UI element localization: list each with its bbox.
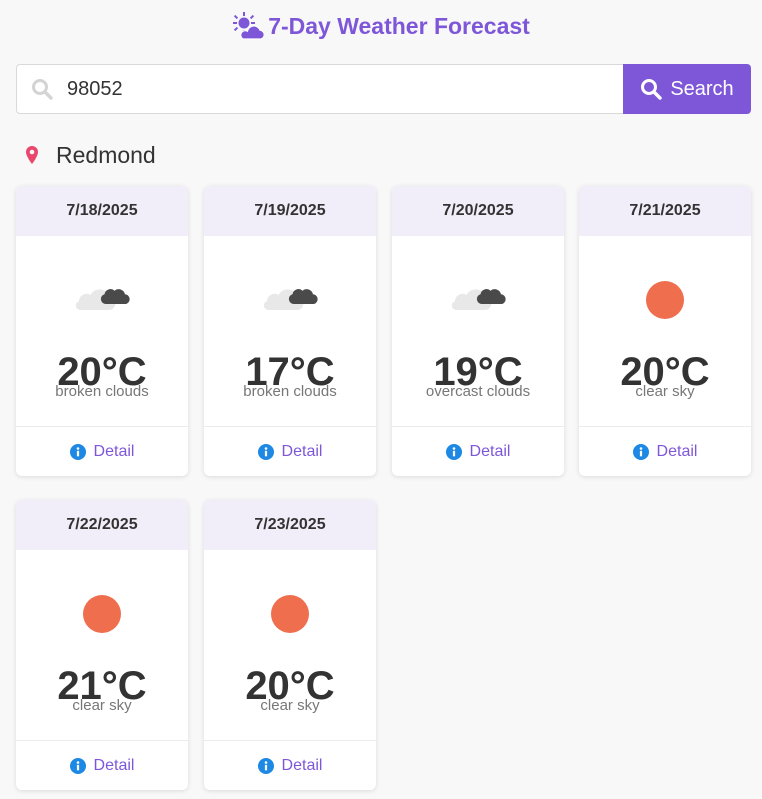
forecast-date: 7/23/2025 bbox=[204, 500, 376, 550]
detail-link[interactable]: Detail bbox=[579, 426, 751, 476]
zip-search-input[interactable] bbox=[67, 77, 623, 101]
detail-label: Detail bbox=[93, 756, 135, 774]
weather-description: broken clouds bbox=[243, 383, 337, 400]
detail-link[interactable]: Detail bbox=[204, 426, 376, 476]
search-bar: Search bbox=[16, 64, 751, 114]
detail-label: Detail bbox=[281, 442, 323, 460]
detail-label: Detail bbox=[93, 442, 135, 460]
search-button[interactable]: Search bbox=[623, 64, 751, 114]
weather-description: clear sky bbox=[72, 697, 132, 714]
forecast-card: 7/18/2025 20°C broken clouds Detail bbox=[16, 186, 188, 476]
forecast-card: 7/22/2025 21°C clear sky Detail bbox=[16, 500, 188, 790]
forecast-date: 7/19/2025 bbox=[204, 186, 376, 236]
info-icon bbox=[445, 443, 462, 460]
title-text: 7-Day Weather Forecast bbox=[268, 12, 530, 39]
info-icon bbox=[257, 443, 274, 460]
map-pin-icon bbox=[26, 146, 38, 164]
location-label: Redmond bbox=[24, 140, 156, 170]
weather-description: overcast clouds bbox=[425, 383, 531, 400]
detail-label: Detail bbox=[656, 442, 698, 460]
info-icon bbox=[257, 757, 274, 774]
forecast-card: 7/20/2025 19°C overcast clouds Detail bbox=[392, 186, 564, 476]
forecast-card: 7/23/2025 20°C clear sky Detail bbox=[204, 500, 376, 790]
info-icon bbox=[69, 757, 86, 774]
location-name: Redmond bbox=[56, 141, 156, 168]
detail-link[interactable]: Detail bbox=[204, 740, 376, 790]
search-icon bbox=[641, 79, 663, 100]
broken-clouds-icon bbox=[263, 289, 318, 310]
forecast-date: 7/18/2025 bbox=[16, 186, 188, 236]
detail-link[interactable]: Detail bbox=[16, 426, 188, 476]
search-icon bbox=[32, 79, 53, 100]
forecast-date: 7/21/2025 bbox=[579, 186, 751, 236]
weather-description: clear sky bbox=[635, 383, 695, 400]
forecast-date: 7/20/2025 bbox=[392, 186, 564, 236]
weather-description: broken clouds bbox=[55, 383, 149, 400]
sun-icon bbox=[83, 595, 121, 633]
sun-icon bbox=[271, 595, 309, 633]
info-icon bbox=[69, 443, 86, 460]
info-icon bbox=[632, 443, 649, 460]
broken-clouds-icon bbox=[75, 289, 130, 310]
forecast-card: 7/19/2025 17°C broken clouds Detail bbox=[204, 186, 376, 476]
sun-icon bbox=[646, 281, 684, 319]
weather-description: clear sky bbox=[260, 697, 320, 714]
page-title: 7-Day Weather Forecast bbox=[0, 8, 762, 44]
detail-link[interactable]: Detail bbox=[392, 426, 564, 476]
detail-link[interactable]: Detail bbox=[16, 740, 188, 790]
search-field[interactable] bbox=[16, 64, 623, 114]
detail-label: Detail bbox=[469, 442, 511, 460]
detail-label: Detail bbox=[281, 756, 323, 774]
search-button-label: Search bbox=[670, 77, 734, 100]
forecast-card: 7/21/2025 20°C clear sky Detail bbox=[579, 186, 751, 476]
overcast-clouds-icon bbox=[451, 289, 506, 310]
sun-behind-cloud-icon bbox=[233, 12, 265, 40]
forecast-date: 7/22/2025 bbox=[16, 500, 188, 550]
